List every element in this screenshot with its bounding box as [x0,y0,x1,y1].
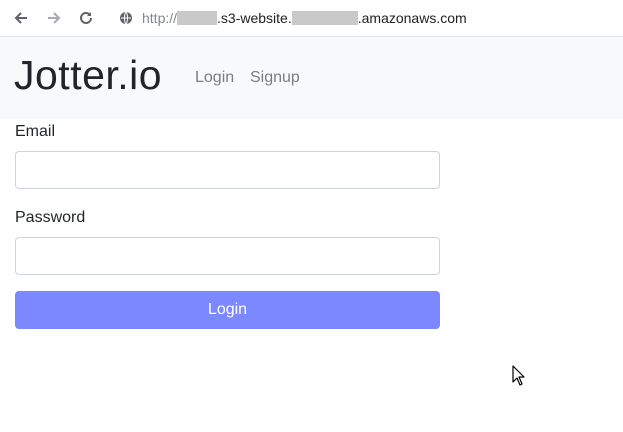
url-redaction [177,11,218,25]
reload-icon [80,11,92,24]
url-redaction [291,11,358,25]
url-scheme: http:// [142,10,178,26]
nav-signup-link[interactable]: Signup [250,68,300,88]
reload-button[interactable] [74,6,98,30]
site-navbar: Jotter.io Login Signup [0,37,623,119]
forward-button[interactable] [42,6,66,30]
arrow-left-icon [14,12,27,24]
mouse-cursor-icon [512,365,525,386]
site-info-button[interactable] [116,8,136,28]
brand-logo[interactable]: Jotter.io [14,51,162,99]
url-middle: .s3-website. [217,10,292,26]
address-bar[interactable]: http:// .s3-website. .amazonaws.com [142,9,467,27]
globe-icon [120,11,132,25]
back-button[interactable] [9,6,33,30]
login-button[interactable]: Login [15,291,440,329]
browser-toolbar: http:// .s3-website. .amazonaws.com [0,0,623,37]
url-suffix: .amazonaws.com [357,10,467,26]
email-field[interactable] [15,151,440,189]
password-label: Password [15,209,86,226]
password-field[interactable] [15,237,440,275]
nav-login-link[interactable]: Login [195,68,234,88]
email-label: Email [15,123,56,140]
arrow-right-icon [48,12,61,24]
